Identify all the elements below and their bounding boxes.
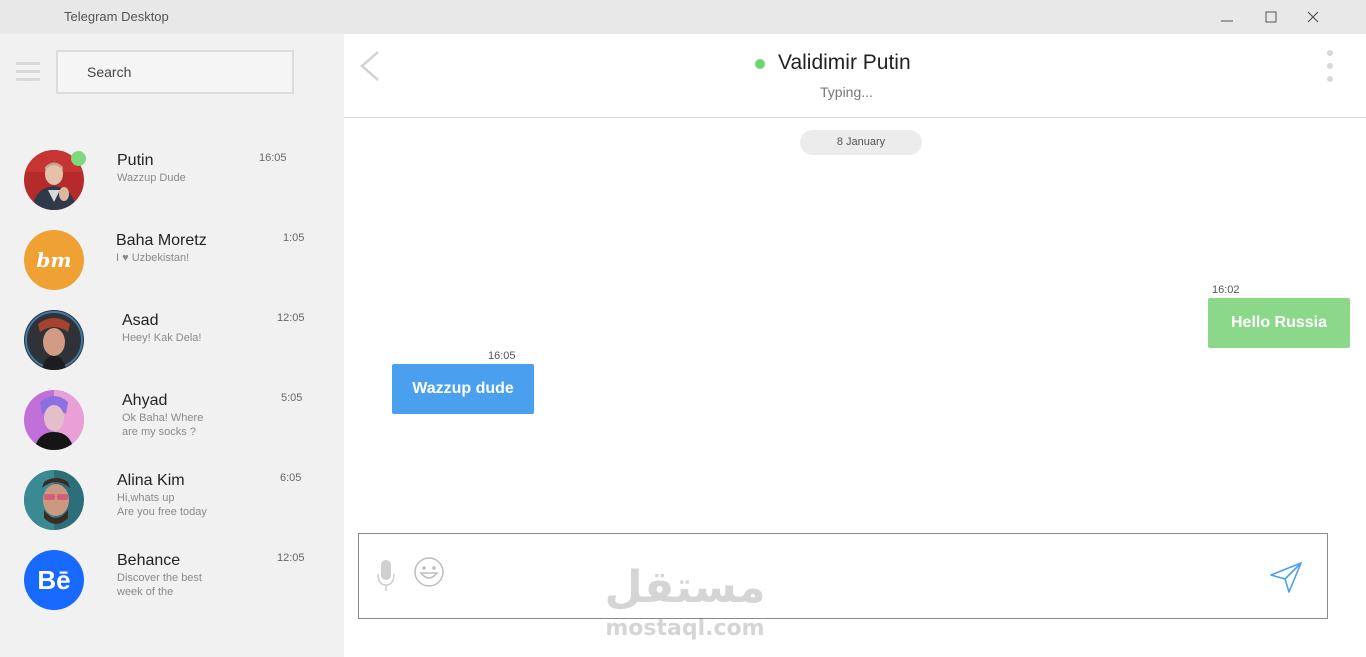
chat-item-ahyad[interactable]: Ahyad Ok Baha! Where are my socks ? 5:05 — [0, 390, 344, 470]
chat-preview-line-2: week of the — [117, 586, 174, 598]
chat-time: 5:05 — [281, 392, 303, 404]
watermark: مستقل mostaql.com — [600, 560, 770, 646]
chat-time: 16:05 — [259, 152, 287, 164]
incoming-message-bubble[interactable]: Wazzup dude — [392, 364, 534, 414]
chat-name: Behance — [117, 552, 181, 569]
message-time: 16:05 — [488, 350, 516, 362]
outgoing-message-bubble[interactable]: Hello Russia — [1208, 298, 1350, 348]
message-input[interactable] — [459, 554, 1249, 598]
send-icon[interactable] — [1269, 560, 1303, 594]
avatar-initials: Bē — [37, 564, 71, 595]
date-separator: 8 January — [800, 130, 922, 155]
online-indicator — [71, 151, 86, 166]
chat-time: 12:05 — [277, 312, 305, 324]
minimize-button[interactable] — [1204, 0, 1250, 34]
search-input[interactable] — [58, 52, 292, 92]
close-icon — [1307, 11, 1319, 23]
maximize-button[interactable] — [1248, 0, 1294, 34]
hamburger-icon[interactable] — [16, 62, 40, 82]
chat-preview: Wazzup Dude — [117, 172, 186, 184]
avatar — [24, 310, 84, 370]
chat-item-baha-moretz[interactable]: bm Baha Moretz I ♥ Uzbekistan! 1:05 — [0, 230, 344, 310]
chat-list-sidebar: Putin Wazzup Dude 16:05 bm Baha Moretz I… — [0, 34, 344, 657]
chat-time: 6:05 — [280, 472, 302, 484]
contact-status: Typing... — [820, 84, 873, 100]
more-options-icon[interactable] — [1324, 50, 1336, 82]
online-status-dot — [755, 59, 765, 69]
behance-logo-avatar: Bē — [24, 550, 84, 610]
microphone-icon[interactable] — [375, 558, 397, 594]
chat-item-asad[interactable]: Asad Heey! Kak Dela! 12:05 — [0, 310, 344, 390]
chat-time: 1:05 — [283, 232, 305, 244]
chevron-left-icon — [360, 51, 379, 81]
chat-name: Ahyad — [122, 392, 168, 409]
chat-name: Baha Moretz — [116, 232, 207, 249]
chat-preview-line-1: Hi,whats up — [117, 492, 175, 504]
chat-item-putin[interactable]: Putin Wazzup Dude 16:05 — [0, 150, 344, 230]
conversation-panel: Validimir Putin Typing... 8 January 16:0… — [344, 34, 1366, 657]
watermark-arabic: مستقل — [604, 562, 766, 613]
chat-item-behance[interactable]: Bē Behance Discover the best week of the… — [0, 550, 344, 630]
avatar — [24, 470, 84, 530]
window-title: Telegram Desktop — [64, 9, 169, 24]
avatar — [24, 390, 84, 450]
chat-preview-line-1: Ok Baha! Where — [122, 412, 204, 424]
avatar-initials: bm — [36, 248, 72, 272]
message-time: 16:02 — [1212, 284, 1240, 296]
maximize-icon — [1265, 11, 1277, 23]
chat-item-alina-kim[interactable]: Alina Kim Hi,whats up Are you free today… — [0, 470, 344, 550]
chat-name: Alina Kim — [117, 472, 185, 489]
close-button[interactable] — [1290, 0, 1336, 34]
emoji-icon[interactable] — [413, 556, 445, 588]
chat-preview: I ♥ Uzbekistan! — [116, 252, 190, 264]
chat-preview-line-2: are my socks ? — [122, 426, 196, 438]
contact-name: Validimir Putin — [778, 51, 911, 74]
chat-name: Putin — [117, 152, 154, 169]
chat-preview-line-2: Are you free today — [117, 506, 207, 518]
search-box — [56, 50, 294, 94]
chat-preview-line-1: Discover the best — [117, 572, 202, 584]
minimize-icon — [1221, 20, 1233, 22]
bm-logo-avatar: bm — [24, 230, 84, 290]
chat-time: 12:05 — [277, 552, 305, 564]
header-divider — [344, 117, 1366, 118]
chat-preview: Heey! Kak Dela! — [122, 332, 202, 344]
back-button[interactable] — [358, 50, 382, 82]
message-composer — [358, 533, 1328, 619]
chat-name: Asad — [122, 312, 159, 329]
watermark-latin: mostaql.com — [605, 616, 765, 641]
title-bar: Telegram Desktop — [0, 0, 1366, 34]
